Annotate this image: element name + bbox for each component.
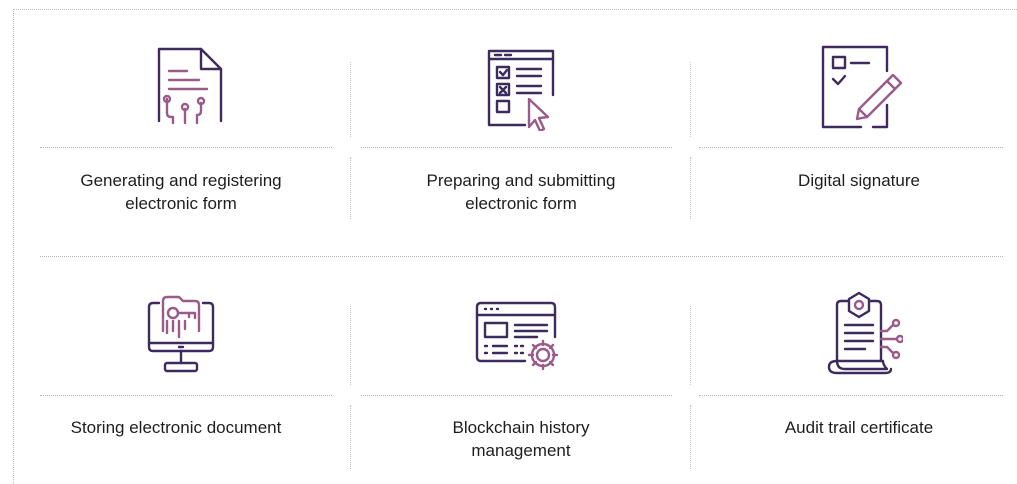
feature-label: Digital signature: [798, 171, 920, 190]
divider: [350, 157, 351, 219]
divider: [690, 405, 691, 469]
feature-label: Blockchain history management: [452, 418, 590, 460]
divider: [40, 395, 332, 396]
monitor-folder-key-icon: [137, 291, 225, 379]
signature-pencil-icon: [815, 43, 903, 131]
certificate-scroll-icon: [815, 291, 903, 379]
feature-label: Generating and registering electronic for…: [80, 171, 282, 213]
divider: [690, 62, 691, 137]
divider: [350, 306, 351, 385]
divider: [699, 147, 1003, 148]
frame-top-border: [14, 9, 1017, 10]
feature-grid: Generating and registering electronic for…: [0, 0, 1017, 484]
feature-label: Storing electronic document: [70, 418, 282, 437]
feature-label: Audit trail certificate: [784, 418, 934, 437]
divider: [350, 405, 351, 469]
divider: [40, 256, 1003, 257]
divider: [361, 147, 672, 148]
divider: [40, 147, 332, 148]
divider: [690, 306, 691, 385]
browser-gear-icon: [473, 291, 561, 379]
form-circuit-icon: [137, 43, 225, 131]
divider: [350, 62, 351, 137]
divider: [361, 395, 672, 396]
frame-left-border: [13, 9, 14, 484]
divider: [690, 157, 691, 219]
divider: [699, 395, 1003, 396]
checklist-cursor-icon: [477, 43, 565, 131]
feature-label: Preparing and submitting electronic form: [426, 171, 616, 213]
